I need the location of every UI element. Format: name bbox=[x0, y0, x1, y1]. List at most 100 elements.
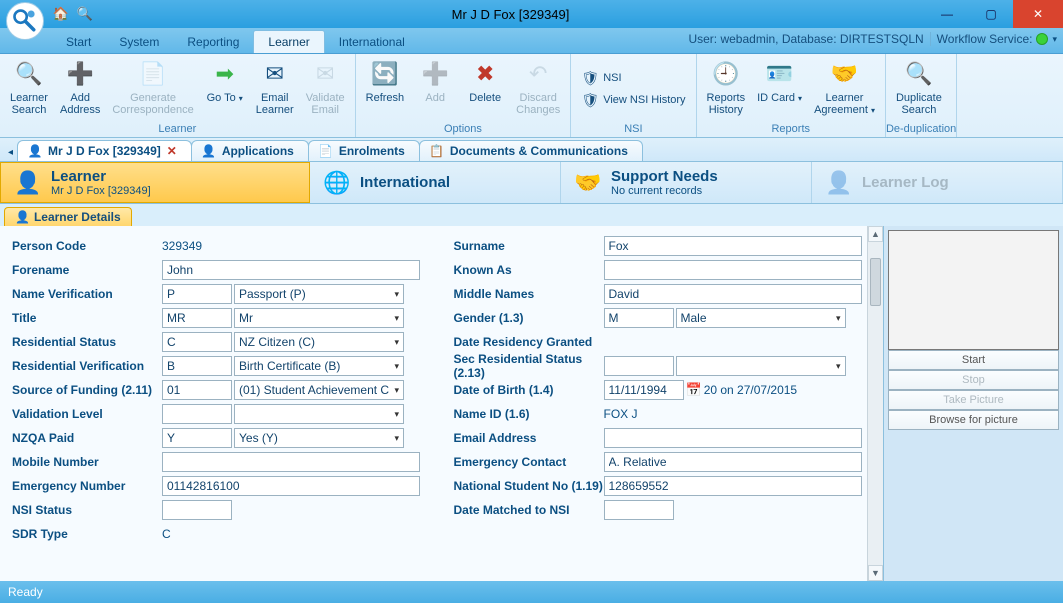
ribbon-group-label: Reports bbox=[697, 123, 885, 137]
idcard-icon: 🪪 bbox=[764, 58, 796, 90]
summary-card[interactable]: 🤝Support NeedsNo current records bbox=[561, 162, 812, 203]
delete-button[interactable]: ✖Delete bbox=[460, 56, 510, 106]
code-input[interactable] bbox=[162, 380, 232, 400]
person-icon: 👤 bbox=[13, 168, 43, 198]
scroll-thumb[interactable] bbox=[870, 258, 881, 306]
dropdown[interactable] bbox=[234, 428, 404, 448]
close-button[interactable]: ✕ bbox=[1013, 0, 1063, 28]
nsi-history-button[interactable]: 🛡View NSI History bbox=[575, 90, 691, 112]
calendar-icon[interactable]: 📅 bbox=[686, 382, 702, 398]
summary-card[interactable]: 👤LearnerMr J D Fox [329349] bbox=[0, 162, 310, 203]
person-icon: 👤 bbox=[202, 144, 216, 158]
doc-tab[interactable]: 📄Enrolments bbox=[308, 140, 420, 161]
code-input[interactable] bbox=[162, 284, 232, 304]
doc-tab[interactable]: 👤 Applications bbox=[191, 140, 309, 161]
goto-icon: ➡ bbox=[209, 58, 241, 90]
text-input[interactable] bbox=[162, 452, 420, 472]
reports-history-button[interactable]: 🕘ReportsHistory bbox=[701, 56, 752, 118]
form-row: Name ID (1.6)FOX J bbox=[454, 402, 880, 426]
dropdown[interactable] bbox=[234, 356, 404, 376]
code-input[interactable] bbox=[604, 356, 674, 376]
menu-tab-international[interactable]: International bbox=[325, 31, 419, 53]
refresh-button[interactable]: 🔄Refresh bbox=[360, 56, 411, 106]
text-input[interactable] bbox=[604, 452, 862, 472]
text-input[interactable] bbox=[604, 500, 674, 520]
dropdown[interactable] bbox=[676, 308, 846, 328]
dropdown[interactable] bbox=[234, 332, 404, 352]
doc-tab[interactable]: 📋Documents & Communications bbox=[419, 140, 643, 161]
ribbon-button-label: ValidateEmail bbox=[306, 92, 345, 116]
form-row: Person Code329349 bbox=[12, 234, 438, 258]
text-input[interactable] bbox=[604, 260, 862, 280]
dup-search-button[interactable]: 🔍DuplicateSearch bbox=[890, 56, 948, 118]
field-label: Known As bbox=[454, 263, 604, 277]
code-input[interactable] bbox=[162, 356, 232, 376]
maximize-button[interactable]: ▢ bbox=[969, 0, 1013, 28]
field-label: Mobile Number bbox=[12, 455, 162, 469]
form-scrollbar[interactable]: ▲ ▼ bbox=[867, 226, 883, 581]
minimize-button[interactable]: — bbox=[925, 0, 969, 28]
code-input[interactable] bbox=[162, 404, 232, 424]
form-row: NSI Status bbox=[12, 498, 438, 522]
ribbon-button-label: EmailLearner bbox=[256, 92, 294, 116]
status-bar: Ready bbox=[0, 581, 1063, 603]
scroll-down-icon[interactable]: ▼ bbox=[868, 565, 883, 581]
dropdown[interactable] bbox=[234, 380, 404, 400]
menu-tab-learner[interactable]: Learner bbox=[253, 30, 324, 53]
code-input[interactable] bbox=[162, 308, 232, 328]
ribbon-button-label: GenerateCorrespondence bbox=[112, 92, 193, 116]
zoom-out-icon[interactable]: 🔍 bbox=[74, 5, 96, 23]
menu-tab-start[interactable]: Start bbox=[52, 31, 105, 53]
summary-cards: 👤LearnerMr J D Fox [329349]🌐Internationa… bbox=[0, 162, 1063, 204]
nsi-button[interactable]: 🛡NSI bbox=[575, 68, 627, 90]
text-input[interactable] bbox=[604, 236, 862, 256]
email-button[interactable]: ✉EmailLearner bbox=[250, 56, 300, 118]
menu-tab-system[interactable]: System bbox=[105, 31, 173, 53]
form-row: Date of Birth (1.4)📅 20 on 27/07/2015 bbox=[454, 378, 880, 402]
text-input[interactable] bbox=[604, 428, 862, 448]
summary-card[interactable]: 👤Learner Log bbox=[812, 162, 1063, 203]
ribbon-button-label: Go To ▾ bbox=[207, 92, 243, 104]
text-input[interactable] bbox=[162, 500, 232, 520]
dropdown[interactable] bbox=[676, 356, 846, 376]
close-tab-icon[interactable]: ✕ bbox=[167, 144, 177, 158]
field-label: Name ID (1.6) bbox=[454, 407, 604, 421]
ribbon-button-label: ID Card ▾ bbox=[757, 92, 802, 104]
text-input[interactable] bbox=[604, 284, 862, 304]
picture-stop-button: Stop bbox=[888, 370, 1059, 390]
form-row: SDR TypeC bbox=[12, 522, 438, 546]
field-label: NZQA Paid bbox=[12, 431, 162, 445]
field-label: Title bbox=[12, 311, 162, 325]
doc-tab-label: Applications bbox=[222, 144, 294, 158]
status-right: User: webadmin, Database: DIRTESTSQLN Wo… bbox=[688, 32, 1057, 46]
idcard-button[interactable]: 🪪 ID Card ▾ bbox=[751, 56, 808, 106]
add-address-button[interactable]: ➕AddAddress bbox=[54, 56, 106, 118]
doc-icon: 📋 bbox=[430, 144, 444, 158]
text-input[interactable] bbox=[604, 476, 862, 496]
text-input[interactable] bbox=[162, 260, 420, 280]
code-input[interactable] bbox=[162, 428, 232, 448]
field-value: FOX J bbox=[604, 407, 638, 421]
dropdown[interactable] bbox=[234, 284, 404, 304]
dropdown[interactable] bbox=[234, 308, 404, 328]
card-title: Support Needs bbox=[611, 168, 718, 185]
doc-tab[interactable]: 👤Mr J D Fox [329349]✕ bbox=[17, 140, 192, 161]
date-input[interactable] bbox=[604, 380, 684, 400]
picture-start-button[interactable]: Start bbox=[888, 350, 1059, 370]
menu-tab-reporting[interactable]: Reporting bbox=[173, 31, 253, 53]
summary-card[interactable]: 🌐International bbox=[310, 162, 561, 203]
scroll-up-icon[interactable]: ▲ bbox=[868, 226, 883, 242]
picture-browse-for-picture-button[interactable]: Browse for picture bbox=[888, 410, 1059, 430]
text-input[interactable] bbox=[162, 476, 420, 496]
home-icon[interactable]: 🏠 bbox=[50, 5, 72, 23]
code-input[interactable] bbox=[162, 332, 232, 352]
goto-button[interactable]: ➡ Go To ▾ bbox=[200, 56, 250, 106]
code-input[interactable] bbox=[604, 308, 674, 328]
agreement-button[interactable]: 🤝LearnerAgreement ▾ bbox=[808, 56, 881, 118]
learner-details-tab[interactable]: 👤 Learner Details bbox=[4, 207, 132, 226]
email-icon: ✉ bbox=[259, 58, 291, 90]
search-button[interactable]: 🔍LearnerSearch bbox=[4, 56, 54, 118]
dropdown[interactable] bbox=[234, 404, 404, 424]
app-orb[interactable] bbox=[6, 2, 44, 40]
search-icon: 🔍 bbox=[13, 58, 45, 90]
